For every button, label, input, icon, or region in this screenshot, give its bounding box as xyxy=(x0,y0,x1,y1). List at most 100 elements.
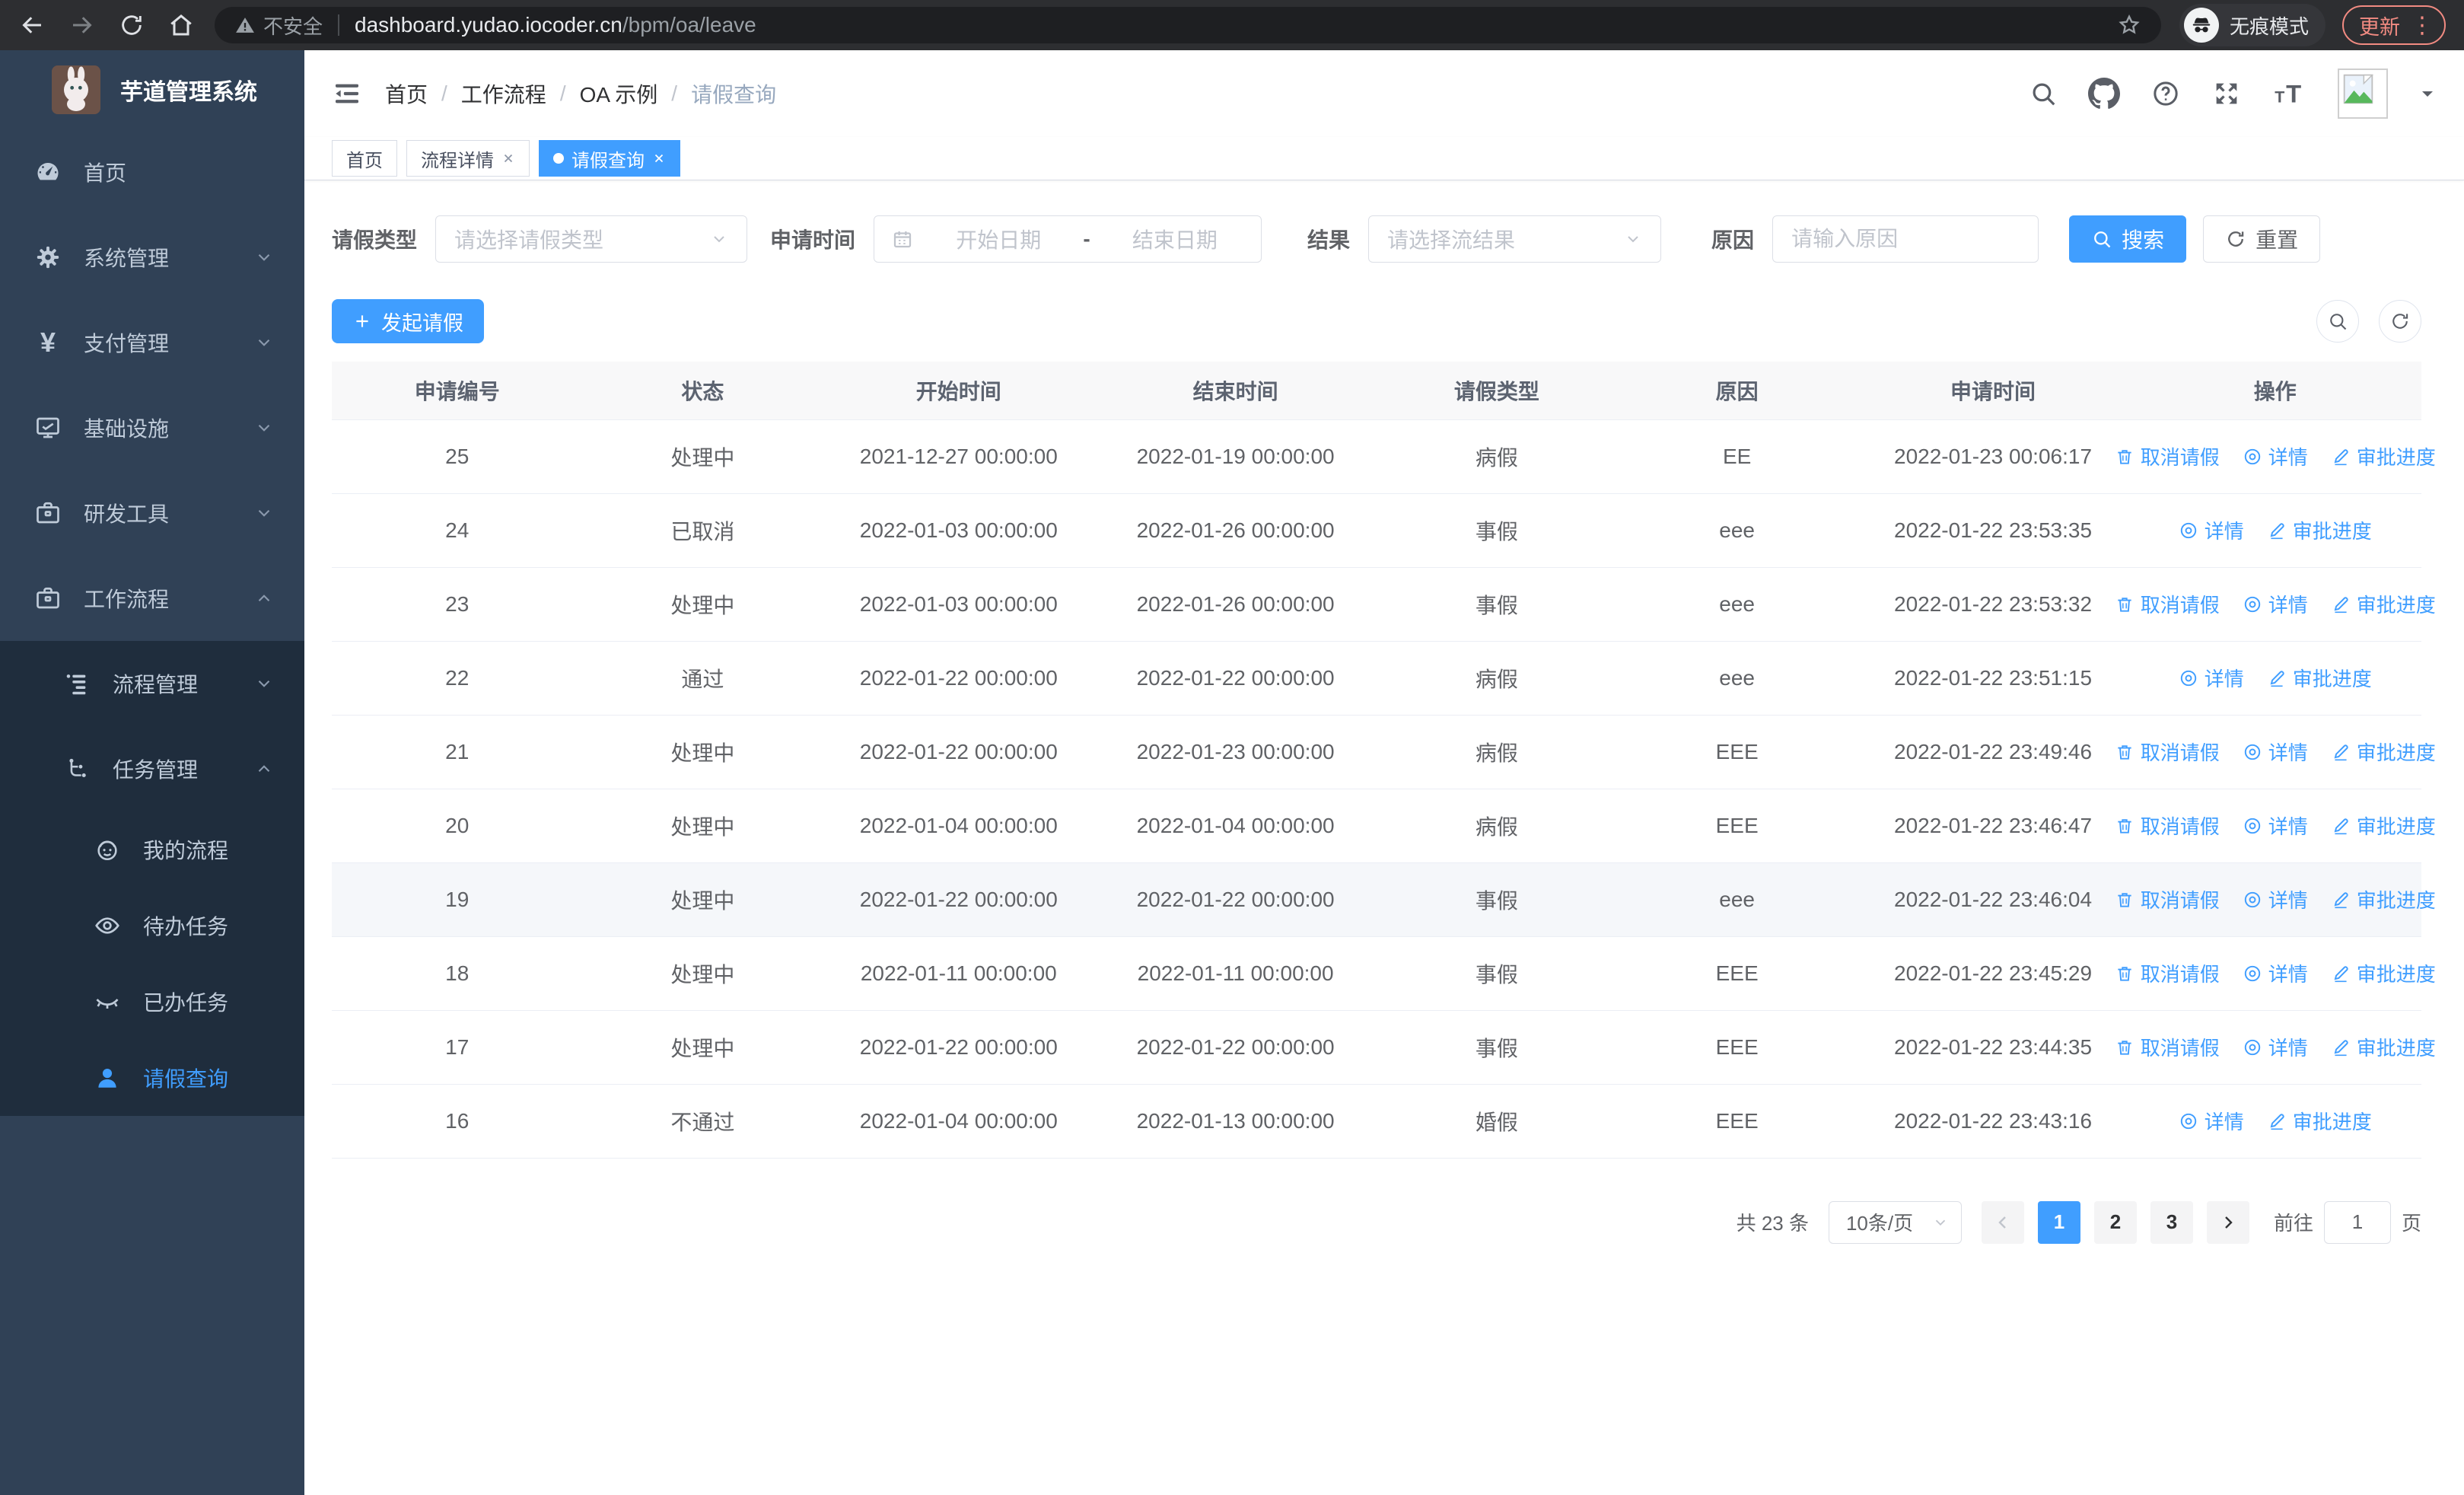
apply-time-label: 申请时间 xyxy=(770,228,856,252)
sidebar-item-my-process[interactable]: 我的流程 xyxy=(0,811,304,888)
approval-progress-link[interactable]: 审批进度 xyxy=(2267,664,2372,692)
cancel-leave-link[interactable]: 取消请假 xyxy=(2115,738,2220,766)
sidebar-item-leave-query[interactable]: 请假查询 xyxy=(0,1040,304,1116)
detail-link[interactable]: 详情 xyxy=(2243,885,2308,913)
workflow-submenu: 流程管理 任务管理 我的流程 待办任务 已办任务 请假查询 xyxy=(0,641,304,1116)
close-icon[interactable] xyxy=(501,151,515,165)
approval-progress-link[interactable]: 审批进度 xyxy=(2331,738,2436,766)
sidebar-item-label: 研发工具 xyxy=(84,502,170,526)
cancel-leave-link[interactable]: 取消请假 xyxy=(2115,590,2220,618)
sidebar-item-infra[interactable]: 基础设施 xyxy=(0,385,304,470)
sidebar-item-system[interactable]: 系统管理 xyxy=(0,215,304,300)
question-icon[interactable] xyxy=(2150,78,2181,109)
text-size-icon[interactable]: TT xyxy=(2272,78,2307,109)
url-bar[interactable]: 不安全 dashboard.yudao.iocoder.cn /bpm/oa/l… xyxy=(215,7,2161,43)
table-header-row: 申请编号 状态 开始时间 结束时间 请假类型 原因 申请时间 操作 xyxy=(332,362,2421,420)
reason-input[interactable] xyxy=(1772,215,2039,263)
update-button[interactable]: 更新 ⋮ xyxy=(2342,5,2446,45)
cancel-leave-link[interactable]: 取消请假 xyxy=(2115,885,2220,913)
approval-progress-link[interactable]: 审批进度 xyxy=(2331,1033,2436,1061)
next-page-button[interactable] xyxy=(2206,1200,2249,1244)
cancel-leave-link[interactable]: 取消请假 xyxy=(2115,959,2220,987)
sidebar-item-payment[interactable]: ¥ 支付管理 xyxy=(0,300,304,385)
sidebar-item-task-mgmt[interactable]: 任务管理 xyxy=(0,726,304,811)
approval-progress-link[interactable]: 审批进度 xyxy=(2331,885,2436,913)
detail-link[interactable]: 详情 xyxy=(2179,664,2244,692)
cancel-leave-link[interactable]: 取消请假 xyxy=(2115,442,2220,470)
search-icon[interactable] xyxy=(2029,79,2058,108)
goto-page-input[interactable] xyxy=(2323,1200,2391,1244)
eye-closed-icon xyxy=(90,988,125,1015)
table-row: 22 通过 2022-01-22 00:00:00 2022-01-22 00:00:… xyxy=(332,641,2421,716)
toggle-search-button[interactable] xyxy=(2316,300,2359,343)
chevron-down-icon xyxy=(1624,230,1642,248)
page-button-3[interactable]: 3 xyxy=(2150,1200,2193,1244)
detail-link[interactable]: 详情 xyxy=(2243,590,2308,618)
page-button-1[interactable]: 1 xyxy=(2037,1200,2080,1244)
detail-link[interactable]: 详情 xyxy=(2243,1033,2308,1061)
app-logo-row[interactable]: 芋道管理系统 xyxy=(0,50,304,129)
detail-link[interactable]: 详情 xyxy=(2179,1107,2244,1135)
security-label[interactable]: 不安全 xyxy=(263,11,323,40)
sidebar-item-done-tasks[interactable]: 已办任务 xyxy=(0,964,304,1040)
result-select[interactable]: 请选择流结果 xyxy=(1368,215,1662,263)
result-label: 结果 xyxy=(1307,228,1351,252)
filter-form: 请假类型 请选择请假类型 申请时间 开始日期 - 结束日期 结果 请选择流结果 xyxy=(332,215,2421,263)
sidebar-item-label: 首页 xyxy=(84,161,127,185)
approval-progress-link[interactable]: 审批进度 xyxy=(2331,442,2436,470)
search-button[interactable]: 搜索 xyxy=(2069,215,2187,263)
breadcrumb-oa[interactable]: OA 示例 xyxy=(580,78,658,109)
breadcrumb-home[interactable]: 首页 xyxy=(385,78,428,109)
navbar: 首页 / 工作流程 / OA 示例 / 请假查询 TT xyxy=(304,50,2464,137)
star-icon[interactable] xyxy=(2117,13,2141,37)
incognito-label: 无痕模式 xyxy=(2229,14,2309,38)
reset-button[interactable]: 重置 xyxy=(2203,215,2321,263)
refresh-table-button[interactable] xyxy=(2379,300,2421,343)
col-start: 开始时间 xyxy=(823,362,1095,420)
sidebar-item-devtools[interactable]: 研发工具 xyxy=(0,470,304,556)
sidebar-collapse-icon[interactable] xyxy=(332,78,362,109)
svg-text:T: T xyxy=(2286,80,2301,108)
caret-down-icon[interactable] xyxy=(2418,84,2437,103)
github-icon[interactable] xyxy=(2088,78,2120,110)
approval-progress-link[interactable]: 审批进度 xyxy=(2267,1107,2372,1135)
cancel-leave-link[interactable]: 取消请假 xyxy=(2115,811,2220,840)
approval-progress-link[interactable]: 审批进度 xyxy=(2331,811,2436,840)
browser-menu-icon[interactable]: ⋮ xyxy=(2411,12,2434,39)
back-icon[interactable] xyxy=(18,11,46,39)
approval-progress-link[interactable]: 审批进度 xyxy=(2267,516,2372,544)
sidebar-item-process-mgmt[interactable]: 流程管理 xyxy=(0,641,304,726)
page-size-select[interactable]: 10条/页 xyxy=(1828,1200,1962,1244)
reload-icon[interactable] xyxy=(119,12,145,38)
detail-link[interactable]: 详情 xyxy=(2179,516,2244,544)
avatar[interactable] xyxy=(2338,69,2388,119)
home-icon[interactable] xyxy=(167,11,195,39)
prev-page-button[interactable] xyxy=(1981,1200,2024,1244)
breadcrumb-workflow[interactable]: 工作流程 xyxy=(461,78,546,109)
create-leave-button[interactable]: 发起请假 xyxy=(332,299,484,343)
tab-home[interactable]: 首页 xyxy=(332,140,397,177)
table-row: 24 已取消 2022-01-03 00:00:00 2022-01-26 00:00… xyxy=(332,493,2421,568)
leave-type-select[interactable]: 请选择请假类型 xyxy=(435,215,748,263)
sidebar-item-home[interactable]: 首页 xyxy=(0,129,304,215)
page-button-2[interactable]: 2 xyxy=(2093,1200,2137,1244)
tab-leave-query[interactable]: 请假查询 xyxy=(539,140,680,177)
approval-progress-link[interactable]: 审批进度 xyxy=(2331,959,2436,987)
chevron-down-icon xyxy=(710,230,728,248)
detail-link[interactable]: 详情 xyxy=(2243,738,2308,766)
fullscreen-icon[interactable] xyxy=(2211,78,2242,109)
sidebar-item-workflow[interactable]: 工作流程 xyxy=(0,556,304,641)
approval-progress-link[interactable]: 审批进度 xyxy=(2331,590,2436,618)
tab-process-detail[interactable]: 流程详情 xyxy=(406,140,530,177)
sidebar-item-todo-tasks[interactable]: 待办任务 xyxy=(0,888,304,964)
detail-link[interactable]: 详情 xyxy=(2243,811,2308,840)
detail-link[interactable]: 详情 xyxy=(2243,959,2308,987)
leave-type-label: 请假类型 xyxy=(332,228,418,252)
sidebar: 芋道管理系统 首页 系统管理 ¥ 支付管理 基础设施 研发工具 工作流程 流程管… xyxy=(0,50,304,1495)
cancel-leave-link[interactable]: 取消请假 xyxy=(2115,1033,2220,1061)
apply-time-range-picker[interactable]: 开始日期 - 结束日期 xyxy=(874,215,1262,263)
forward-icon[interactable] xyxy=(68,11,96,39)
detail-link[interactable]: 详情 xyxy=(2243,442,2308,470)
close-icon[interactable] xyxy=(652,151,666,165)
chevron-down-icon xyxy=(254,333,274,352)
